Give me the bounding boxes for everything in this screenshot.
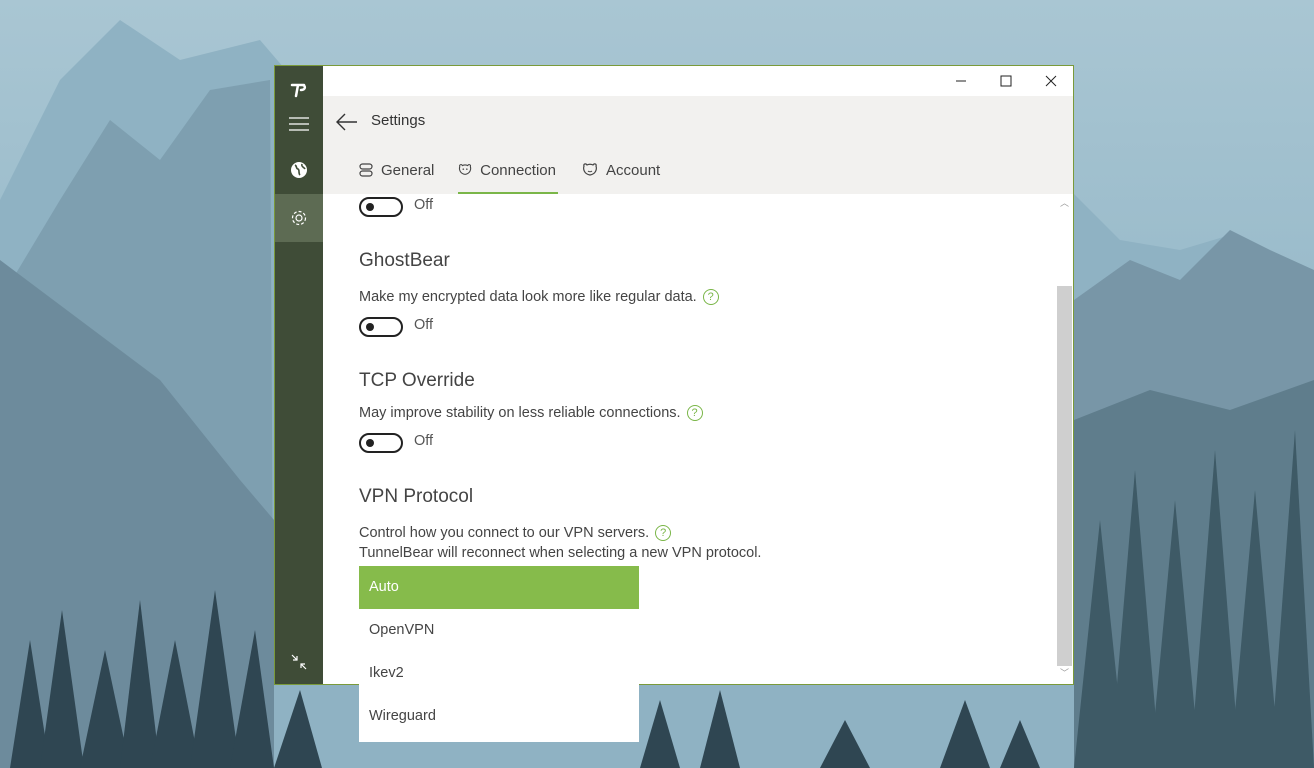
tab-general[interactable]: General	[359, 154, 434, 194]
settings-header: Settings General Connection Account	[323, 96, 1073, 194]
tab-general-label: General	[381, 162, 435, 179]
scrollbar[interactable]: ︿ ﹀	[1056, 194, 1073, 684]
tcp-override-title: TCP Override	[359, 370, 475, 391]
maximize-icon[interactable]	[983, 66, 1028, 96]
general-icon	[359, 163, 373, 177]
minimize-icon[interactable]	[938, 66, 983, 96]
title-bar	[323, 66, 1073, 96]
help-icon[interactable]: ?	[655, 525, 672, 541]
ghostbear-description: Make my encrypted data look more like re…	[359, 289, 719, 305]
tab-connection-label: Connection	[480, 162, 556, 179]
ghostbear-title: GhostBear	[359, 250, 450, 271]
scroll-up-icon[interactable]: ︿	[1056, 196, 1073, 212]
vpn-protocol-title: VPN Protocol	[359, 486, 474, 507]
top-setting-toggle[interactable]	[359, 197, 403, 217]
help-icon[interactable]: ?	[702, 289, 719, 305]
close-icon[interactable]	[1028, 66, 1073, 96]
bear-face-icon	[583, 163, 597, 176]
scroll-down-icon[interactable]: ﹀	[1056, 666, 1073, 682]
vpn-protocol-description: Control how you connect to our VPN serve…	[359, 525, 672, 541]
vpn-protocol-dropdown[interactable]: Auto OpenVPN Ikev2 Wireguard	[359, 566, 639, 742]
protocol-option-auto[interactable]: Auto	[359, 566, 639, 609]
tcp-override-state: Off	[414, 433, 434, 449]
tab-account-label: Account	[606, 162, 661, 179]
ghostbear-toggle[interactable]	[359, 317, 403, 337]
compact-mode-icon[interactable]	[275, 638, 323, 686]
scroll-thumb[interactable]	[1057, 286, 1072, 666]
tcp-override-description: May improve stability on less reliable c…	[359, 405, 703, 421]
protocol-option-openvpn[interactable]: OpenVPN	[359, 609, 639, 652]
nav-rail	[275, 66, 323, 684]
vpn-protocol-description-line2: TunnelBear will reconnect when selecting…	[359, 545, 762, 561]
bear-icon	[458, 164, 472, 175]
ghostbear-description-text: Make my encrypted data look more like re…	[359, 289, 697, 305]
hamburger-menu-icon[interactable]	[275, 100, 323, 148]
protocol-option-wireguard[interactable]: Wireguard	[359, 695, 639, 738]
globe-icon[interactable]	[275, 146, 323, 194]
ghostbear-state: Off	[414, 317, 434, 333]
vpn-protocol-description-line1: Control how you connect to our VPN serve…	[359, 525, 650, 541]
gear-icon[interactable]	[275, 194, 323, 242]
tab-connection[interactable]: Connection	[458, 154, 558, 194]
protocol-option-ikev2[interactable]: Ikev2	[359, 652, 639, 695]
back-arrow-icon[interactable]	[335, 110, 359, 134]
help-icon[interactable]: ?	[686, 405, 703, 421]
top-setting-state: Off	[414, 197, 434, 213]
tcp-override-toggle[interactable]	[359, 433, 403, 453]
tcp-override-description-text: May improve stability on less reliable c…	[359, 405, 681, 421]
tab-account[interactable]: Account	[582, 154, 660, 194]
page-title: Settings	[371, 112, 426, 129]
